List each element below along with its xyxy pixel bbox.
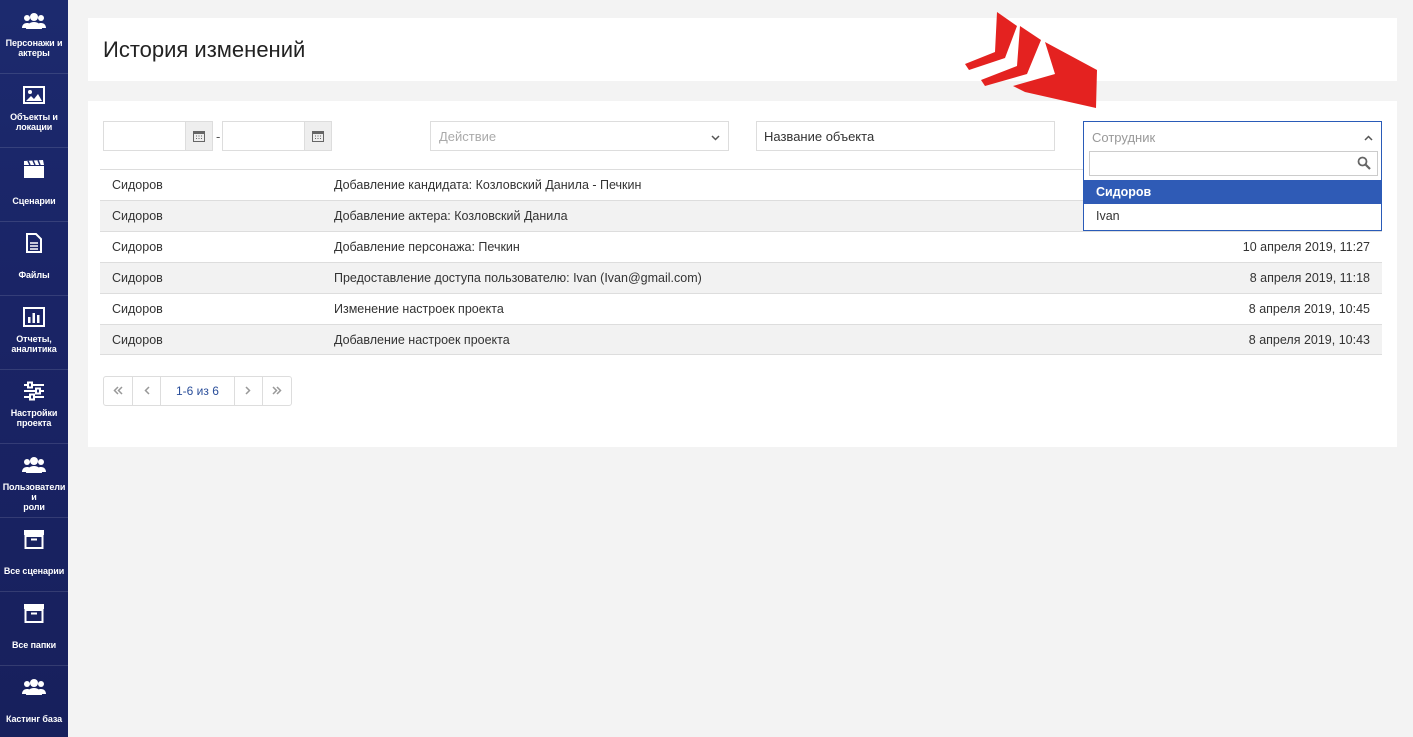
sidebar-item-objects[interactable]: Объекты и локации bbox=[0, 74, 68, 148]
row-user: Сидоров bbox=[112, 302, 163, 316]
image-icon bbox=[23, 82, 45, 108]
action-placeholder: Действие bbox=[439, 129, 497, 144]
action-select[interactable]: Действие bbox=[430, 121, 729, 151]
search-icon bbox=[1357, 156, 1371, 175]
double-chevron-right-icon bbox=[272, 384, 282, 398]
sidebar-item-characters[interactable]: Персонажи и актеры bbox=[0, 0, 68, 74]
row-user: Сидоров bbox=[112, 240, 163, 254]
sidebar-item-label: Персонажи и актеры bbox=[5, 38, 63, 58]
date-from-input[interactable] bbox=[103, 121, 213, 151]
employee-placeholder: Сотрудник bbox=[1092, 130, 1156, 145]
object-name-value: Название объекта bbox=[764, 129, 875, 144]
row-action: Добавление настроек проекта bbox=[334, 333, 510, 347]
row-date: 8 апреля 2019, 10:43 bbox=[1248, 333, 1370, 347]
double-chevron-left-icon bbox=[113, 384, 123, 398]
sidebar-item-label: Кастинг база bbox=[5, 714, 63, 724]
page-header: История изменений bbox=[88, 18, 1397, 81]
row-user: Сидоров bbox=[112, 209, 163, 223]
page-info: 1-6 из 6 bbox=[161, 377, 235, 405]
sidebar-item-label: Настройки проекта bbox=[10, 408, 58, 428]
file-icon bbox=[26, 230, 42, 256]
sidebar-item-label: Пользователи и роли bbox=[2, 482, 66, 512]
row-date: 10 апреля 2019, 11:27 bbox=[1242, 240, 1370, 254]
first-page-button[interactable] bbox=[104, 377, 133, 405]
sliders-icon bbox=[23, 378, 45, 404]
sidebar-item-label: Отчеты, аналитика bbox=[11, 334, 57, 354]
table-row: Сидоров Изменение настроек проекта 8 апр… bbox=[100, 293, 1382, 324]
clapperboard-icon bbox=[23, 156, 45, 182]
row-action: Добавление персонажа: Печкин bbox=[334, 240, 520, 254]
sidebar-item-users-roles[interactable]: Пользователи и роли bbox=[0, 444, 68, 518]
sidebar-item-project-settings[interactable]: Настройки проекта bbox=[0, 370, 68, 444]
last-page-button[interactable] bbox=[263, 377, 291, 405]
sidebar-item-reports[interactable]: Отчеты, аналитика bbox=[0, 296, 68, 370]
employee-select[interactable]: Сотрудник bbox=[1083, 121, 1382, 152]
archive-icon bbox=[23, 600, 45, 626]
row-date: 8 апреля 2019, 10:45 bbox=[1248, 302, 1370, 316]
row-action: Предоставление доступа пользователю: Iva… bbox=[334, 271, 702, 285]
row-user: Сидоров bbox=[112, 271, 163, 285]
calendar-icon[interactable] bbox=[304, 122, 331, 150]
sidebar: Персонажи и актеры Объекты и локации Сце… bbox=[0, 0, 68, 737]
sidebar-item-all-scenarios[interactable]: Все сценарии bbox=[0, 518, 68, 592]
row-user: Сидоров bbox=[112, 178, 163, 192]
table-row: Сидоров Добавление персонажа: Печкин 10 … bbox=[100, 231, 1382, 262]
row-user: Сидоров bbox=[112, 333, 163, 347]
date-separator: - bbox=[216, 129, 221, 144]
users-icon bbox=[22, 452, 46, 478]
sidebar-item-label: Сценарии bbox=[12, 196, 56, 206]
sidebar-item-label: Все папки bbox=[11, 640, 57, 650]
pointer-arrow-icon bbox=[965, 12, 1100, 117]
users-icon bbox=[22, 8, 46, 34]
chevron-down-icon bbox=[711, 130, 720, 145]
sidebar-item-label: Объекты и локации bbox=[10, 112, 58, 132]
employee-search-input[interactable] bbox=[1089, 151, 1378, 176]
bar-chart-icon bbox=[23, 304, 45, 330]
row-action: Добавление актера: Козловский Данила bbox=[334, 209, 568, 223]
row-action: Добавление кандидата: Козловский Данила … bbox=[334, 178, 642, 192]
row-action: Изменение настроек проекта bbox=[334, 302, 504, 316]
prev-page-button[interactable] bbox=[133, 377, 161, 405]
date-to-input[interactable] bbox=[222, 121, 332, 151]
table-row: Сидоров Предоставление доступа пользоват… bbox=[100, 262, 1382, 293]
calendar-icon[interactable] bbox=[185, 122, 212, 150]
object-name-input[interactable]: Название объекта bbox=[756, 121, 1055, 151]
chevron-left-icon bbox=[143, 384, 150, 398]
chevron-up-icon bbox=[1364, 131, 1373, 146]
table-row: Сидоров Добавление настроек проекта 8 ап… bbox=[100, 324, 1382, 355]
page-title: История изменений bbox=[103, 37, 306, 62]
sidebar-item-all-folders[interactable]: Все папки bbox=[0, 592, 68, 666]
pagination: 1-6 из 6 bbox=[103, 376, 292, 406]
employee-dropdown: Сидоров Ivan bbox=[1083, 151, 1382, 231]
users-icon bbox=[22, 674, 46, 700]
sidebar-item-scenarios[interactable]: Сценарии bbox=[0, 148, 68, 222]
row-date: 8 апреля 2019, 11:18 bbox=[1249, 271, 1370, 285]
employee-option[interactable]: Ivan bbox=[1084, 204, 1381, 228]
sidebar-item-label: Файлы bbox=[18, 270, 50, 280]
sidebar-item-files[interactable]: Файлы bbox=[0, 222, 68, 296]
employee-option[interactable]: Сидоров bbox=[1084, 180, 1381, 204]
next-page-button[interactable] bbox=[235, 377, 263, 405]
sidebar-item-label: Все сценарии bbox=[3, 566, 65, 576]
sidebar-item-casting[interactable]: Кастинг база bbox=[0, 666, 68, 737]
archive-icon bbox=[23, 526, 45, 552]
chevron-right-icon bbox=[245, 384, 251, 398]
